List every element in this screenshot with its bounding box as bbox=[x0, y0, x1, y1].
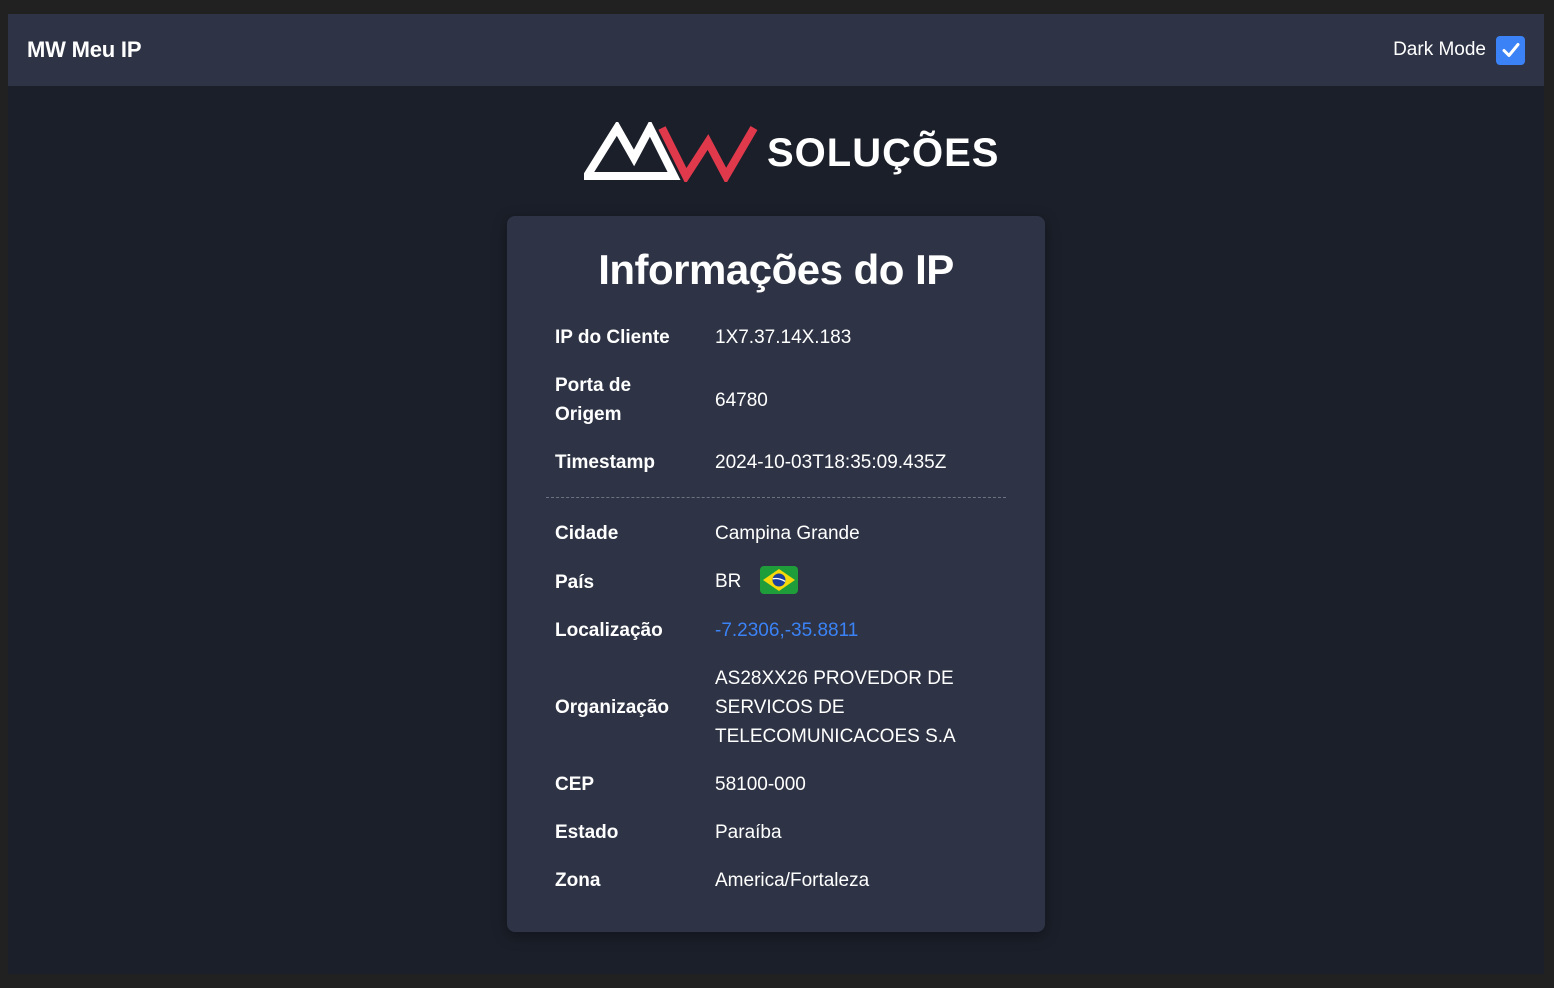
dark-mode-checkbox[interactable] bbox=[1496, 35, 1525, 65]
mw-logo-mark-icon bbox=[584, 122, 758, 182]
info-label: Estado bbox=[555, 822, 619, 843]
info-value: 2024-10-03T18:35:09.435Z bbox=[715, 452, 947, 473]
info-row-cep: CEP 58100-000 bbox=[555, 770, 1005, 799]
app-window: MW Meu IP Dark Mode SOLUÇÕES Informações… bbox=[8, 14, 1544, 974]
info-value-country: BR bbox=[715, 566, 1005, 597]
info-row-timestamp: Timestamp 2024-10-03T18:35:09.435Z bbox=[555, 448, 1005, 477]
info-value: 64780 bbox=[715, 389, 768, 411]
card-title: Informações do IP bbox=[598, 246, 954, 293]
info-label: Organização bbox=[555, 697, 670, 718]
dark-mode-toggle[interactable]: Dark Mode bbox=[1393, 35, 1525, 65]
info-row-port: Porta de Origem 64780 bbox=[555, 371, 1005, 429]
info-label: Cidade bbox=[555, 523, 619, 544]
dark-mode-label: Dark Mode bbox=[1393, 39, 1486, 60]
info-row-timezone: Zona America/Fortaleza bbox=[555, 866, 1005, 895]
location-link[interactable]: -7.2306,-35.8811 bbox=[715, 620, 858, 641]
info-row-location: Localização -7.2306,-35.8811 bbox=[555, 616, 1005, 645]
company-logo: SOLUÇÕES bbox=[584, 122, 998, 182]
info-row-state: Estado Paraíba bbox=[555, 818, 1005, 847]
info-row-ip: IP do Cliente 1X7.37.14X.183 bbox=[555, 323, 1005, 352]
info-value: AS28XX26 PROVEDOR DE SERVICOS DE TELECOM… bbox=[715, 668, 956, 747]
info-label: IP do Cliente bbox=[555, 327, 670, 348]
info-label: Timestamp bbox=[555, 452, 655, 473]
ip-info-card: Informações do IP IP do Cliente 1X7.37.1… bbox=[507, 216, 1045, 932]
info-label: Localização bbox=[555, 620, 663, 641]
info-row-city: Cidade Campina Grande bbox=[555, 519, 1005, 548]
info-value: 58100-000 bbox=[715, 774, 806, 795]
info-label: Porta de Origem bbox=[555, 375, 632, 425]
info-row-organization: Organização AS28XX26 PROVEDOR DE SERVICO… bbox=[555, 664, 1005, 751]
logo-text: SOLUÇÕES bbox=[767, 131, 1000, 175]
country-code: BR bbox=[715, 571, 742, 593]
section-divider bbox=[546, 497, 1006, 498]
checkmark-icon bbox=[1502, 43, 1519, 57]
info-row-country: País BR bbox=[555, 566, 1005, 598]
navbar: MW Meu IP Dark Mode bbox=[8, 14, 1544, 86]
info-label: CEP bbox=[555, 774, 595, 795]
info-value: America/Fortaleza bbox=[715, 870, 870, 891]
brazil-flag-icon bbox=[759, 566, 798, 594]
info-value: Paraíba bbox=[715, 822, 782, 843]
info-value: 1X7.37.14X.183 bbox=[715, 327, 852, 348]
brand-title[interactable]: MW Meu IP bbox=[27, 14, 142, 86]
info-value: Campina Grande bbox=[715, 523, 860, 544]
info-label: Zona bbox=[555, 870, 601, 891]
info-label: País bbox=[555, 571, 595, 593]
